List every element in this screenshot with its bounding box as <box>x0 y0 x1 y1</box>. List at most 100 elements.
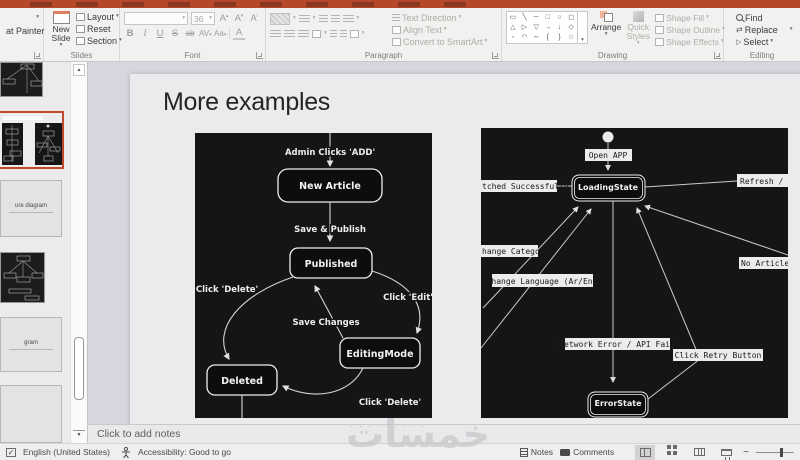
paste-dropdown-caret[interactable]: ▾ <box>36 15 39 21</box>
slide-thumbnail-4[interactable] <box>0 252 45 303</box>
select-button[interactable]: ▷ Select ▾ <box>736 36 796 47</box>
clipboard-dialog-launcher-icon[interactable] <box>34 52 41 59</box>
editing-group-label: Editing <box>749 51 775 60</box>
slide-sorter-view-button[interactable] <box>662 445 682 460</box>
zoom-out-button[interactable]: − <box>743 447 749 458</box>
change-case-button[interactable]: Aa▾ <box>214 29 227 39</box>
drawing-group-label: Drawing <box>597 51 628 60</box>
ribbon-group-slides: New Slide ▾ Layout ▾ Reset Section ▾ Slide… <box>44 8 122 61</box>
ribbon-group-drawing: ▭ ╲ ─ □ ○ ◻ △ ▷ ▽ → ↓ ◇ ◦ ◠ ∼{} ☆ ▾ Arrange ▾ Quick S… <box>502 8 725 61</box>
slide-thumbnail-6[interactable] <box>0 385 62 443</box>
bold-button[interactable]: B <box>124 28 136 39</box>
transition-admin-clicks-add: Admin Clicks 'ADD' <box>285 148 375 158</box>
font-size-combobox[interactable]: 36 ▾ <box>191 12 215 25</box>
strikethrough-button[interactable]: ab <box>184 29 196 38</box>
slide-title[interactable]: More examples <box>163 88 330 117</box>
reading-view-button[interactable] <box>689 445 709 460</box>
replace-button[interactable]: ⇄ Replace ▾ <box>736 24 796 35</box>
zoom-slider[interactable] <box>756 447 794 457</box>
normal-view-button[interactable] <box>635 444 656 460</box>
font-color-button[interactable]: A <box>233 27 245 40</box>
slide-surface[interactable]: More examples Admin Clicks 'ADD' New Art… <box>130 74 800 424</box>
character-spacing-button[interactable]: AV▾ <box>199 29 212 39</box>
shapes-gallery[interactable]: ▭ ╲ ─ □ ○ ◻ △ ▷ ▽ → ↓ ◇ ◦ ◠ ∼{} ☆ ▾ <box>506 11 588 48</box>
slide-thumbnail-2-selected[interactable] <box>0 111 64 169</box>
section-button[interactable]: Section ▾ <box>76 35 122 46</box>
paragraph-group-label: Paragraph <box>364 51 403 60</box>
numbering-icon[interactable] <box>298 14 310 23</box>
slide-thumbnail-5[interactable]: gram <box>0 317 62 372</box>
grow-font-button[interactable]: A▴ <box>218 13 230 24</box>
find-button[interactable]: Find <box>736 12 796 23</box>
left-state-diagram-image[interactable]: Admin Clicks 'ADD' New Article Save & Pu… <box>195 133 432 418</box>
align-left-icon[interactable] <box>270 29 281 38</box>
ribbon-group-editing: Find ⇄ Replace ▾ ▷ Select ▾ Editing <box>724 8 800 61</box>
shape-outline-button[interactable]: Shape Outline ▾ <box>655 24 725 35</box>
quick-styles-button[interactable]: Quick Styles ▾ <box>624 11 652 48</box>
transition-change-category: hange Category <box>482 247 550 256</box>
rtl-icon[interactable] <box>339 29 347 38</box>
state-loading: LoadingState <box>578 183 639 192</box>
add-table-icon[interactable] <box>349 29 359 38</box>
find-icon <box>736 14 743 21</box>
language-status[interactable]: English (United States) <box>23 447 110 457</box>
transition-open-app: Open APP <box>589 151 628 160</box>
drawing-dialog-launcher-icon[interactable] <box>714 52 721 59</box>
reading-view-icon <box>693 448 705 456</box>
underline-button[interactable]: U <box>154 28 166 39</box>
format-painter-button[interactable]: at Painter <box>4 25 45 36</box>
notes-toggle-button[interactable]: Notes <box>519 447 553 458</box>
align-text-button[interactable]: Align Text ▾ <box>392 24 487 35</box>
bullets-gallery-button[interactable] <box>270 12 290 25</box>
shape-effects-button[interactable]: Shape Effects ▾ <box>655 36 725 47</box>
accessibility-status[interactable]: Accessibility: Good to go <box>138 447 231 457</box>
line-spacing-icon[interactable] <box>342 14 354 23</box>
transition-network-error: Network Error / API Fail <box>559 340 675 349</box>
thumbnail-panel-scrollbar[interactable]: ▲ ▼ <box>70 62 87 443</box>
thumbnail-right-diagram <box>35 123 62 165</box>
shapes-gallery-more-button[interactable]: ▾ <box>578 11 588 44</box>
text-direction-button[interactable]: Text Direction ▾ <box>392 12 487 23</box>
transition-save-changes: Save Changes <box>292 318 359 328</box>
transition-fetched-successfully: tched Successfully <box>482 182 569 191</box>
right-state-diagram-image[interactable]: Open APP LoadingState tched Successfully <box>481 128 788 418</box>
notes-resize-grip[interactable]: · · · · · · · · · <box>303 423 473 431</box>
decrease-indent-icon[interactable] <box>318 14 328 23</box>
transition-no-article: No Article <box>741 259 788 268</box>
comments-toggle-button[interactable]: Comments <box>560 447 614 458</box>
align-right-icon[interactable] <box>298 29 309 38</box>
increase-indent-icon[interactable] <box>330 14 340 23</box>
font-name-combobox[interactable]: ▾ <box>124 12 188 25</box>
quick-styles-icon <box>632 11 644 22</box>
scroll-up-icon[interactable]: ▲ <box>73 64 85 76</box>
new-slide-button[interactable]: New Slide ▾ <box>48 11 74 48</box>
slide-thumbnail-1[interactable] <box>0 62 43 97</box>
ltr-icon[interactable] <box>329 29 337 38</box>
clear-formatting-button[interactable]: A⁄ <box>248 13 260 24</box>
columns-icon[interactable] <box>312 29 321 38</box>
notes-pane[interactable]: · · · · · · · · · Click to add notes <box>88 423 800 443</box>
slideshow-button[interactable] <box>716 445 736 460</box>
shrink-font-button[interactable]: A▾ <box>233 13 245 24</box>
convert-smartart-button[interactable]: Convert to SmartArt ▾ <box>392 36 487 47</box>
font-dialog-launcher-icon[interactable] <box>256 52 263 59</box>
slide-canvas: More examples Admin Clicks 'ADD' New Art… <box>88 62 800 424</box>
italic-button[interactable]: I <box>139 29 151 39</box>
align-center-icon[interactable] <box>284 29 295 38</box>
ribbon-group-clipboard: ▾ at Painter <box>0 8 45 61</box>
reset-button[interactable]: Reset <box>76 23 122 34</box>
shape-outline-icon <box>655 25 665 34</box>
slide-thumbnail-3[interactable]: ure diagram <box>0 180 62 237</box>
spellcheck-icon[interactable]: ✓ <box>6 447 16 457</box>
shape-fill-button[interactable]: Shape Fill ▾ <box>655 12 725 23</box>
paragraph-dialog-launcher-icon[interactable] <box>492 52 499 59</box>
arrange-button[interactable]: Arrange ▾ <box>591 11 621 48</box>
font-group-label: Font <box>184 51 201 60</box>
scrollbar-thumb[interactable] <box>74 337 84 400</box>
notes-placeholder[interactable]: Click to add notes <box>97 428 180 440</box>
layout-button[interactable]: Layout ▾ <box>76 11 122 22</box>
shapes-gallery-grid[interactable]: ▭ ╲ ─ □ ○ ◻ △ ▷ ▽ → ↓ ◇ ◦ ◠ ∼{} ☆ <box>506 11 578 44</box>
scroll-down-icon[interactable]: ▼ <box>73 430 85 440</box>
shadow-button[interactable]: S <box>169 28 181 39</box>
zoom-slider-thumb[interactable] <box>780 447 783 457</box>
